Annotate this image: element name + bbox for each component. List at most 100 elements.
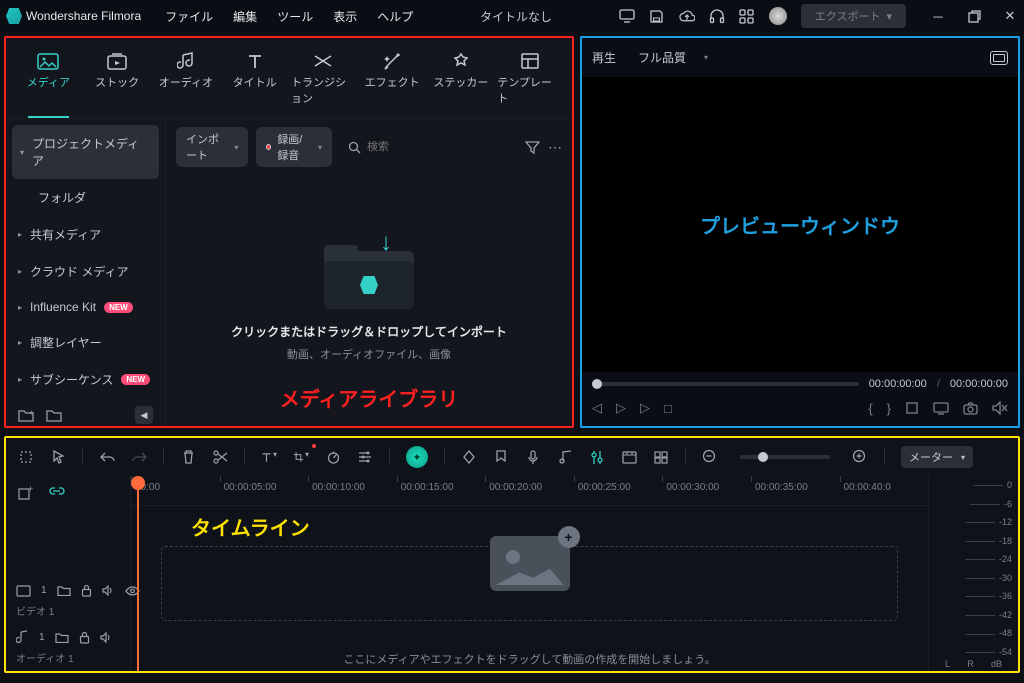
menu-edit[interactable]: 編集 [233,8,257,25]
mute-track-icon[interactable] [100,632,113,643]
menu-tools[interactable]: ツール [277,8,313,25]
preview-scrubber[interactable] [592,382,859,386]
media-content: インポート▾ 録画/録音▾ ⋯ ↓ [166,119,572,426]
document-title: タイトルなし [417,8,615,25]
maximize-icon[interactable] [966,8,982,24]
delete-icon[interactable] [180,450,196,464]
timeline-track-headers: + 1 ビデオ 1 1 オーディオ 1 [6,476,131,671]
record-button[interactable]: 録画/録音▾ [256,127,332,167]
tab-media[interactable]: メディア [14,48,83,114]
add-media-icon[interactable]: + [558,526,580,548]
tab-title[interactable]: タイトル [220,48,289,114]
grid-icon[interactable] [653,451,669,464]
crop-icon[interactable] [905,401,919,415]
tab-sticker[interactable]: ステッカー [427,48,496,114]
more-icon[interactable]: ⋯ [548,139,562,156]
undo-icon[interactable] [99,451,115,463]
ai-assist-icon[interactable]: ✦ [406,446,428,468]
headphones-icon[interactable] [709,8,725,24]
crop-tool-icon[interactable]: ▾ [293,450,309,464]
menu-view[interactable]: 表示 [333,8,357,25]
new-folder-icon[interactable]: + [18,408,34,422]
display-icon[interactable] [933,402,949,415]
camera-icon[interactable] [963,402,978,415]
redo-icon[interactable] [131,451,147,463]
mark-in-icon[interactable]: { [868,401,872,416]
select-tool-icon[interactable] [18,450,34,464]
text-tool-icon[interactable]: ▾ [261,450,277,464]
sidebar-project-media[interactable]: ▾プロジェクトメディア [12,125,159,179]
tab-effect[interactable]: エフェクト [358,48,427,114]
folder-small-icon[interactable] [55,632,69,643]
import-button[interactable]: インポート▾ [176,127,248,167]
sidebar-influence-kit[interactable]: ▸Influence KitNEW [6,290,165,324]
menu-help[interactable]: ヘルプ [377,8,413,25]
search-box[interactable] [340,141,517,154]
import-drop-zone[interactable]: ↓ クリックまたはドラッグ＆ドロップしてインポート 動画、オーディオファイル、画… [166,175,572,426]
export-button[interactable]: エクスポート ▾ [801,4,906,28]
menu-file[interactable]: ファイル [165,8,213,25]
marker-icon[interactable] [493,450,509,464]
tab-audio[interactable]: オーディオ [152,48,221,114]
play-icon[interactable]: ▷ [616,400,626,416]
next-frame-icon[interactable]: ▷ [640,400,650,416]
mark-out-icon[interactable]: } [887,401,891,416]
search-input[interactable] [367,141,509,153]
color-icon[interactable] [357,450,373,464]
mute-icon[interactable] [992,401,1008,415]
tab-transition[interactable]: トランジション [289,48,358,114]
user-avatar[interactable] [769,7,787,25]
minimize-icon[interactable]: ─ [930,8,946,24]
filter-icon[interactable] [525,140,540,154]
quality-select[interactable]: フル品質▾ [628,46,718,69]
sidebar-cloud-media[interactable]: ▸クラウド メディア [6,253,165,290]
playhead[interactable] [137,476,139,671]
music-icon[interactable] [557,450,573,464]
split-icon[interactable] [212,450,228,464]
collapse-icon[interactable]: ◀ [135,406,153,424]
media-placeholder-icon: + [490,536,570,591]
cursor-tool-icon[interactable] [50,450,66,464]
snapshot-icon[interactable] [990,51,1008,65]
timeline-canvas[interactable]: 00:00 00:00:05:00 00:00:10:00 00:00:15:0… [131,476,928,671]
new-bin-icon[interactable] [46,408,62,422]
close-icon[interactable]: ✕ [1002,8,1018,24]
monitor-icon[interactable] [619,8,635,24]
audio-track-label: オーディオ 1 [6,650,130,671]
link-icon[interactable] [49,486,65,500]
preview-canvas[interactable]: プレビューウィンドウ [582,77,1018,372]
meter-select[interactable]: メーター▾ [901,446,973,468]
folder-import-icon: ↓ [324,239,414,309]
cloud-icon[interactable] [679,8,695,24]
tab-template[interactable]: テンプレート [495,48,564,114]
save-icon[interactable] [649,8,665,24]
mic-icon[interactable] [525,450,541,465]
render-icon[interactable] [621,451,637,464]
sidebar-shared-media[interactable]: ▸共有メディア [6,216,165,253]
video-track-header[interactable]: 1 [6,578,130,603]
mute-track-icon[interactable] [102,585,115,596]
timeline-ruler[interactable]: 00:00 00:00:05:00 00:00:10:00 00:00:15:0… [131,476,928,506]
sidebar-subsequence[interactable]: ▸サブシーケンスNEW [6,361,165,398]
sidebar-adjust-layer[interactable]: ▸調整レイヤー [6,324,165,361]
mixer-icon[interactable] [589,450,605,465]
apps-icon[interactable] [739,8,755,24]
annotation-media-library: メディアライブラリ [280,383,459,412]
stop-icon[interactable]: □ [664,401,672,416]
zoom-slider[interactable] [740,455,830,459]
timeline-drop-zone[interactable]: + [161,546,898,621]
add-track-icon[interactable]: + [18,486,33,500]
lock-icon[interactable] [81,584,92,597]
speed-icon[interactable] [325,450,341,464]
prev-frame-icon[interactable]: ◁ [592,400,602,416]
tab-stock[interactable]: ストック [83,48,152,114]
zoom-out-icon[interactable] [702,449,718,465]
audio-track-header[interactable]: 1 [6,624,130,650]
lock-icon[interactable] [79,631,90,644]
zoom-in-icon[interactable] [852,449,868,465]
folder-small-icon[interactable] [57,585,71,596]
media-icon [37,52,59,70]
keyframe-icon[interactable] [461,450,477,464]
sidebar-folder[interactable]: フォルダ [6,179,165,216]
new-badge: NEW [104,302,133,313]
